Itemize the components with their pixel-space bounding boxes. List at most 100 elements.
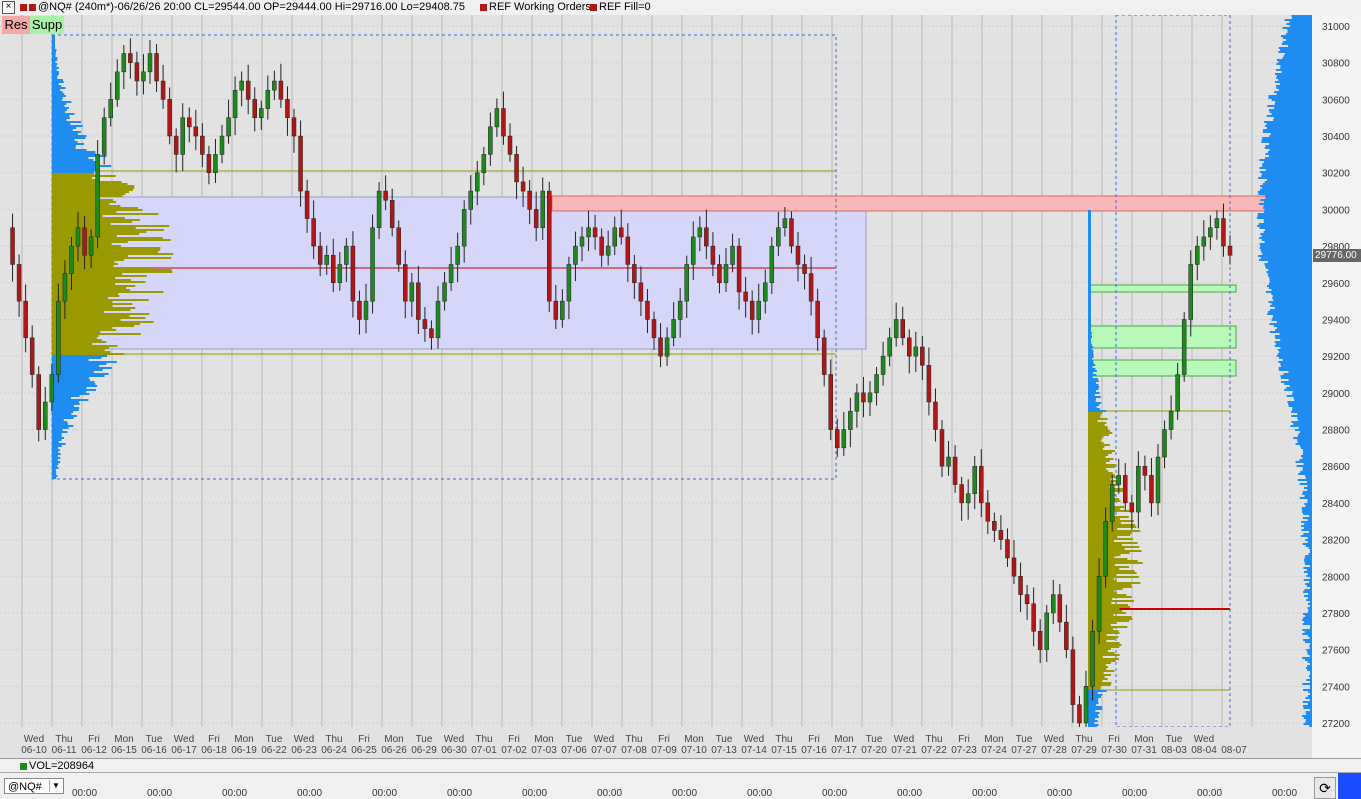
profile-bar (1088, 292, 1091, 294)
candle-body (965, 493, 971, 504)
refresh-icon[interactable]: ⟳ (1314, 777, 1336, 799)
candle-body (481, 154, 487, 173)
profile-bar (52, 445, 62, 447)
right-profile-bar (1268, 301, 1312, 303)
supp-button[interactable]: Supp (30, 16, 64, 34)
right-profile-bar (1300, 431, 1312, 433)
right-profile-bar (1302, 493, 1312, 495)
profile-bar (1088, 620, 1130, 622)
date-axis-date: 07-22 (921, 745, 947, 756)
profile-bar (1088, 380, 1099, 382)
date-axis-date: 06-23 (291, 745, 317, 756)
profile-bar (52, 377, 89, 379)
profile-bar (1088, 462, 1106, 464)
blue-indicator[interactable] (1338, 773, 1361, 799)
right-profile-bar (1280, 35, 1312, 37)
profile-bar (52, 87, 66, 89)
price-label: 30600 (1322, 95, 1350, 106)
profile-bar (1088, 248, 1091, 250)
candle-body (841, 429, 847, 449)
right-profile-bar (1310, 625, 1312, 627)
price-label: 31000 (1322, 22, 1350, 33)
right-profile-bar (1268, 95, 1312, 97)
candle-body (704, 227, 709, 247)
price-chart[interactable]: 3100030800306003040030200300002980029600… (0, 15, 1361, 758)
profile-bar (52, 85, 62, 87)
right-profile-bar (1300, 471, 1312, 473)
profile-bar (52, 141, 78, 143)
right-profile-bar (1309, 515, 1312, 517)
profile-bar (52, 283, 116, 285)
candle-body (95, 154, 100, 238)
support-zone (1089, 284, 1237, 293)
right-profile-bar (1307, 665, 1312, 667)
right-profile-bar (1307, 611, 1312, 613)
date-axis-day: Mon (234, 734, 253, 745)
chart-color-icon (20, 3, 27, 11)
profile-bar (52, 213, 159, 215)
right-profile-bar (1305, 539, 1312, 541)
profile-bar (1088, 560, 1138, 562)
right-profile-bar (1274, 107, 1312, 109)
candle-body (1090, 631, 1095, 687)
profile-bar (1088, 358, 1093, 360)
chevron-down-icon[interactable]: ▼ (49, 780, 62, 792)
right-profile-bar (1259, 243, 1312, 245)
right-profile-bar (1307, 661, 1312, 663)
profile-bar (52, 471, 57, 473)
right-profile-bar (1260, 233, 1312, 235)
right-profile-bar (1309, 581, 1312, 583)
candle-body (416, 282, 421, 320)
profile-bar (1088, 702, 1099, 704)
profile-bar (1088, 280, 1091, 282)
profile-bar (52, 243, 112, 245)
candle-body (952, 456, 958, 485)
price-label: 27400 (1322, 682, 1350, 693)
right-profile-bar (1269, 281, 1312, 283)
right-profile-bar (1301, 521, 1312, 523)
profile-bar (1088, 442, 1104, 444)
right-profile-bar (1266, 179, 1312, 181)
profile-bar (1088, 404, 1100, 406)
right-profile-bar (1293, 437, 1312, 439)
candle-body (383, 190, 388, 201)
right-profile-bar (1304, 487, 1312, 489)
profile-bar (1088, 606, 1131, 608)
candle-body (422, 319, 428, 329)
symbol-select[interactable]: @NQ# ▼ (4, 778, 64, 794)
right-profile-bar (1260, 245, 1312, 247)
right-profile-bar (1304, 523, 1312, 525)
candle-body (69, 245, 74, 274)
right-profile-bar (1259, 227, 1312, 229)
candle-body (619, 227, 624, 238)
right-profile-bar (1305, 711, 1312, 713)
date-axis-day: Thu (55, 734, 72, 745)
res-button[interactable]: Res (2, 16, 30, 34)
profile-bar (1088, 222, 1091, 224)
candle-body (671, 319, 676, 339)
right-profile-bar (1278, 51, 1312, 53)
right-profile-bar (1269, 155, 1312, 157)
right-profile-bar (1277, 349, 1312, 351)
profile-bar (52, 453, 61, 455)
bottom-toolbar: @NQ# ▼ 00:00 00:00 00:00 00:00 00:00 00:00 00:0… (0, 772, 1361, 799)
right-profile-bar (1264, 121, 1312, 123)
right-profile-bar (1297, 417, 1312, 419)
time-label: 00:00 (1047, 788, 1073, 799)
profile-bar (52, 323, 140, 325)
right-profile-bar (1288, 379, 1312, 381)
right-profile-bar (1302, 509, 1312, 511)
candle-body (337, 264, 343, 284)
profile-bar (1088, 474, 1116, 476)
profile-bar (1088, 268, 1091, 270)
profile-bar (52, 361, 117, 363)
time-label: 00:00 (1197, 788, 1223, 799)
right-profile-bar (1309, 699, 1312, 701)
right-profile-bar (1307, 541, 1312, 543)
candle-body (920, 346, 925, 366)
candle-body (311, 218, 316, 247)
profile-bar (1088, 210, 1091, 212)
candle-body (363, 300, 369, 320)
close-icon[interactable]: × (2, 1, 15, 14)
right-profile-bar (1307, 573, 1312, 575)
